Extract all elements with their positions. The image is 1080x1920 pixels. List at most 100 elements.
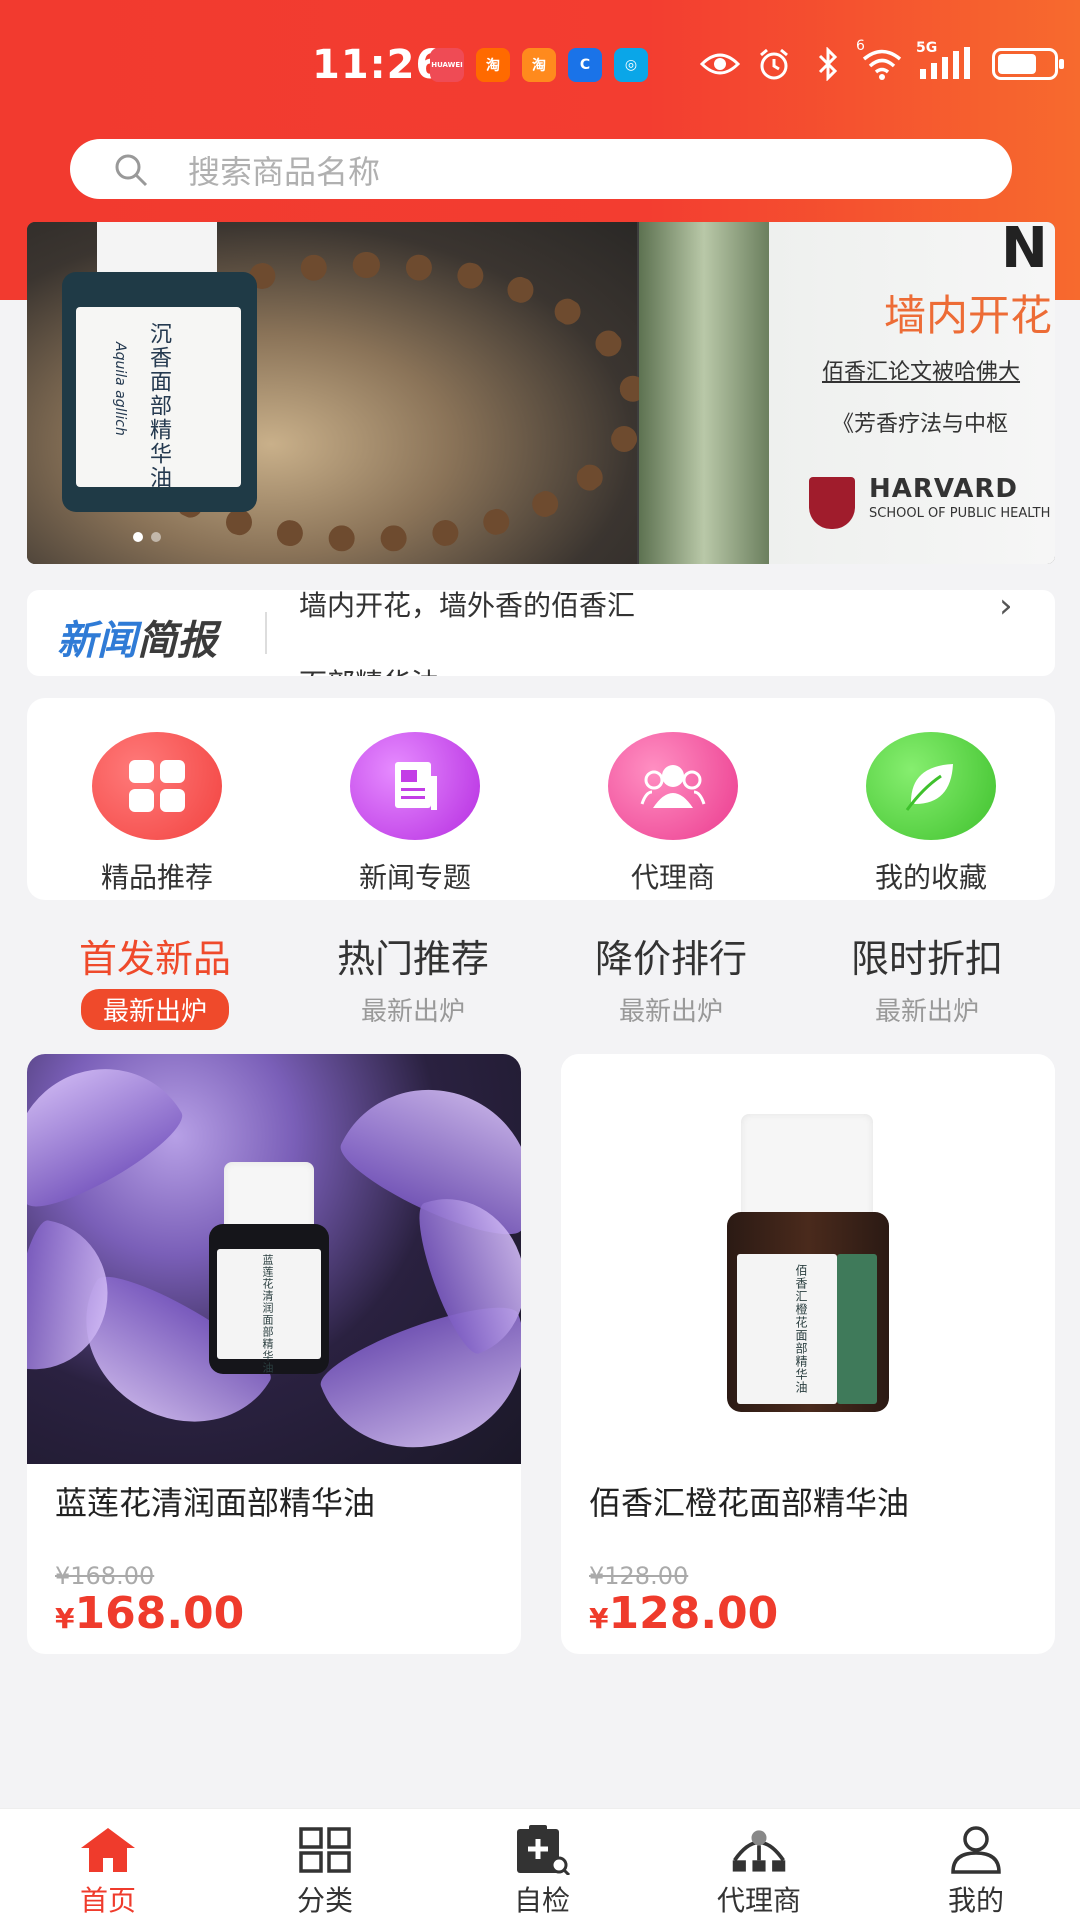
quick-nav-label: 新闻专题 — [358, 861, 471, 894]
product-bottle-image: 沉香面部精华油 Aquila agllich — [62, 222, 257, 512]
quick-nav-news[interactable]: 新闻专题 — [315, 732, 515, 896]
quick-nav-favorites[interactable]: 我的收藏 — [831, 732, 1031, 896]
currency-symbol: ¥ — [55, 1602, 75, 1635]
quick-nav-label: 精品推荐 — [100, 861, 213, 894]
news-badge: 新闻简报 — [57, 608, 217, 666]
tab-hot-picks[interactable]: 热门推荐 最新出炉 — [298, 928, 528, 1030]
chevron-right-icon[interactable]: › — [999, 590, 1013, 626]
banner-carousel[interactable]: 沉香面部精华油 Aquila agllich N 墙内开花 佰香汇论文被哈佛大 … — [27, 222, 1055, 564]
network-type-label: 5G — [916, 40, 938, 56]
search-icon — [115, 154, 148, 187]
banner-slide-harvard[interactable]: N 墙内开花 佰香汇论文被哈佛大 《芳香疗法与中枢 HARVARD SCHOOL… — [639, 222, 1055, 564]
nav-label: 分类 — [296, 1884, 353, 1917]
tab-subtitle: 最新出炉 — [618, 997, 723, 1027]
status-bar: 11:26 HUAWEI 淘 淘 C ◎ 6 5G — [0, 38, 1080, 94]
harvard-shield-logo — [809, 477, 855, 529]
search-bar[interactable]: 搜索商品名称 — [70, 139, 1012, 199]
tab-new-releases[interactable]: 首发新品 最新出炉 — [40, 928, 270, 1030]
news-item[interactable]: 面部精华油 — [299, 662, 439, 676]
news-ticker[interactable]: 新闻简报 墙内开花，墙外香的佰香汇 › 面部精华油 › — [27, 590, 1055, 676]
system-icons: 6 5G — [700, 38, 1064, 84]
price-value: 128.00 — [608, 1588, 779, 1639]
cellular-signal-icon: 5G — [916, 40, 972, 84]
users-icon — [608, 732, 738, 840]
category-grid-icon — [295, 1823, 355, 1877]
news-item[interactable]: 墙内开花，墙外香的佰香汇 — [299, 590, 635, 624]
product-name[interactable]: 佰香汇橙花面部精华油 — [589, 1478, 909, 1524]
quick-nav-featured[interactable]: 精品推荐 — [57, 732, 257, 896]
product-card[interactable]: 佰香汇橙花面部精华油 佰香汇橙花面部精华油 ¥128.00 ¥128.00 — [561, 1054, 1055, 1654]
clipboard-check-icon — [512, 1823, 572, 1877]
product-image[interactable]: 佰香汇橙花面部精华油 — [561, 1054, 1055, 1464]
tab-title: 限时折扣 — [850, 937, 1003, 981]
tab-subtitle: 最新出炉 — [80, 989, 229, 1030]
nav-agents[interactable]: 代理商 — [679, 1823, 839, 1919]
bottle-latin-text: Aquila agllich — [112, 342, 128, 436]
bottle-label-text: 沉香面部精华油 — [146, 322, 171, 490]
network-icon — [729, 1823, 789, 1877]
tab-flash-sale[interactable]: 限时折扣 最新出炉 — [812, 928, 1042, 1030]
eye-icon — [700, 44, 740, 84]
nav-label: 首页 — [79, 1884, 136, 1917]
tab-subtitle: 最新出炉 — [874, 997, 979, 1027]
product-name[interactable]: 蓝莲花清润面部精华油 — [55, 1478, 375, 1524]
quick-nav: 精品推荐 新闻专题 代理商 我的收藏 — [27, 698, 1055, 900]
product-price: ¥168.00 — [55, 1588, 244, 1639]
tab-subtitle: 最新出炉 — [360, 997, 465, 1027]
chevron-right-icon[interactable]: › — [999, 664, 1013, 676]
status-time: 11:26 — [312, 42, 445, 88]
slide-line-2: 《芳香疗法与中枢 — [832, 412, 1009, 437]
slide-corner-text: N — [1001, 222, 1048, 281]
divider — [265, 612, 267, 654]
document-icon — [350, 732, 480, 840]
leaf-icon — [866, 732, 996, 840]
quick-nav-agents[interactable]: 代理商 — [573, 732, 773, 896]
wifi-icon: 6 — [856, 38, 902, 84]
news-badge-part2: 简报 — [137, 618, 217, 664]
notification-icons: HUAWEI 淘 淘 C ◎ — [430, 48, 648, 82]
institution-subtitle: SCHOOL OF PUBLIC HEALTH — [869, 506, 1051, 521]
bottom-nav: 首页 分类 自检 代理商 我的 — [0, 1808, 1080, 1920]
news-badge-part1: 新闻 — [57, 618, 137, 664]
nav-label: 代理商 — [716, 1884, 801, 1917]
currency-symbol: ¥ — [589, 1602, 609, 1635]
home-icon — [78, 1823, 138, 1877]
bluetooth-icon — [808, 44, 848, 84]
price-value: 168.00 — [74, 1588, 245, 1639]
nav-profile[interactable]: 我的 — [896, 1823, 1056, 1919]
slide-line-1: 佰香汇论文被哈佛大 — [822, 360, 1021, 385]
product-price: ¥128.00 — [589, 1588, 778, 1639]
bottle-label-text: 蓝莲花清润面部精华油 — [261, 1254, 274, 1374]
nav-label: 我的 — [947, 1884, 1004, 1917]
quick-nav-label: 我的收藏 — [874, 861, 987, 894]
tab-price-drop[interactable]: 降价排行 最新出炉 — [556, 928, 786, 1030]
browser-icon: C — [568, 48, 602, 82]
product-original-price: ¥128.00 — [589, 1562, 689, 1590]
nav-home[interactable]: 首页 — [28, 1823, 188, 1919]
tab-title: 降价排行 — [594, 937, 747, 981]
taobao-icon: 淘 — [476, 48, 510, 82]
alarm-icon — [754, 44, 794, 84]
grid-icon — [92, 732, 222, 840]
nav-label: 自检 — [513, 1884, 570, 1917]
product-card[interactable]: 蓝莲花清润面部精华油 蓝莲花清润面部精华油 ¥168.00 ¥168.00 — [27, 1054, 521, 1654]
search-placeholder: 搜索商品名称 — [188, 153, 381, 191]
battery-icon — [992, 48, 1064, 80]
carousel-dot-active[interactable] — [133, 532, 143, 542]
nav-category[interactable]: 分类 — [245, 1823, 405, 1919]
tree-image — [639, 222, 769, 564]
nav-self-check[interactable]: 自检 — [462, 1823, 622, 1919]
tab-title: 首发新品 — [78, 937, 231, 981]
product-image[interactable]: 蓝莲花清润面部精华油 — [27, 1054, 521, 1477]
carousel-dot[interactable] — [151, 532, 161, 542]
huawei-app-icon: HUAWEI — [430, 48, 464, 82]
wifi-badge: 6 — [856, 38, 865, 54]
tab-title: 热门推荐 — [336, 937, 489, 981]
taobao-flash-icon: 淘 — [522, 48, 556, 82]
product-original-price: ¥168.00 — [55, 1562, 155, 1590]
user-icon — [946, 1823, 1006, 1877]
product-tabs: 首发新品 最新出炉 热门推荐 最新出炉 降价排行 最新出炉 限时折扣 最新出炉 — [0, 928, 1080, 1030]
bottle-label-text: 佰香汇橙花面部精华油 — [794, 1264, 808, 1394]
institution-name: HARVARD — [869, 474, 1018, 504]
banner-slide-agarwood[interactable]: 沉香面部精华油 Aquila agllich — [27, 222, 647, 564]
